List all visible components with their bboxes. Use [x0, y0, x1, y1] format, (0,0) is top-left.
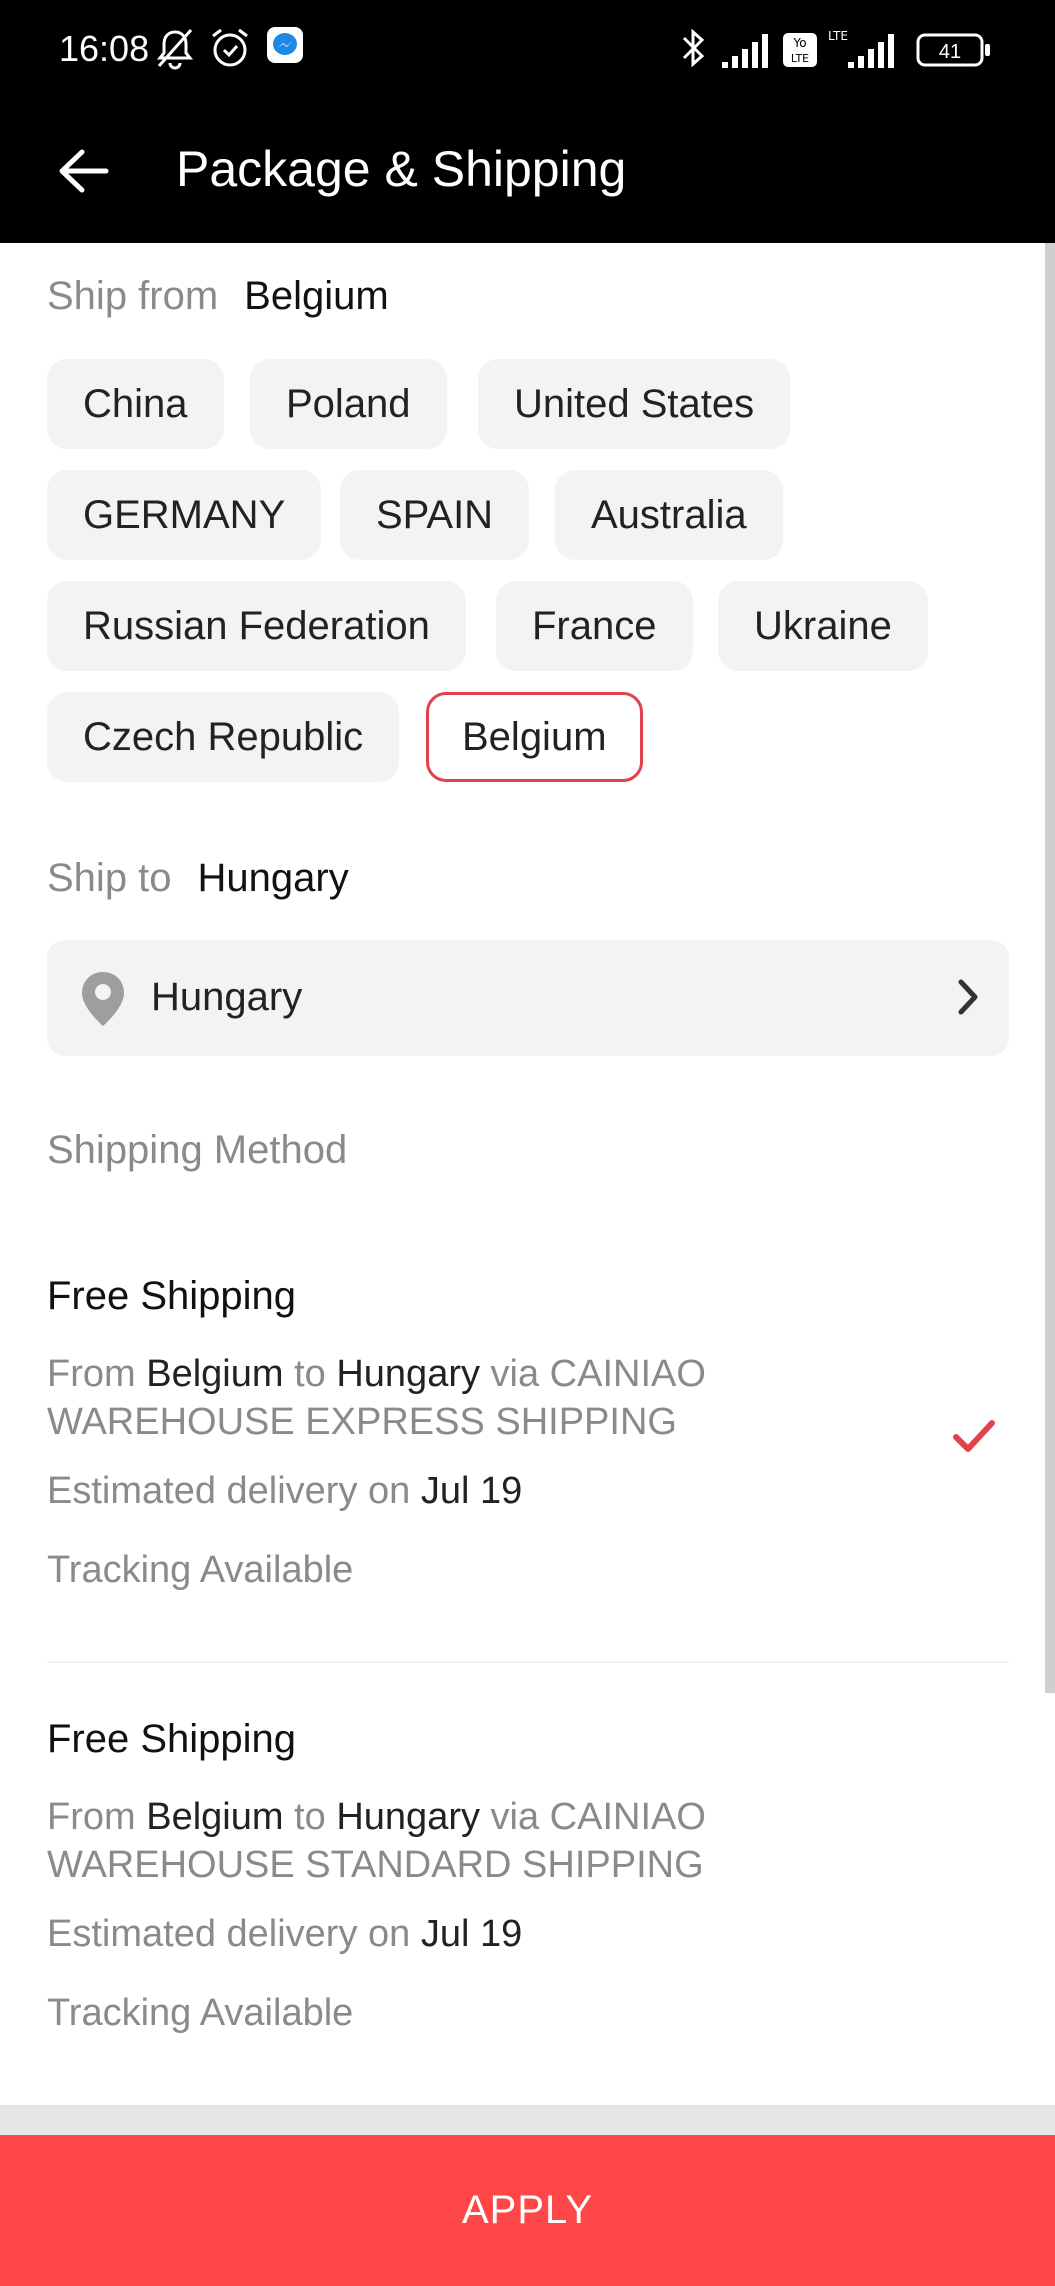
method-tracking: Tracking Available	[47, 1549, 354, 1591]
svg-text:Yo: Yo	[792, 36, 806, 50]
method-title: Free Shipping	[47, 1274, 297, 1318]
chevron-right-icon	[953, 974, 983, 1025]
scrollbar[interactable]	[1045, 243, 1055, 1693]
chip-australia[interactable]: Australia	[555, 470, 783, 560]
status-bar: 16:08 Yo LTE LTE 41	[0, 0, 1055, 100]
destination-value: Hungary	[151, 975, 303, 1019]
alarm-icon	[208, 26, 252, 75]
ship-from-row: Ship from Belgium	[47, 274, 389, 319]
method-route: From Belgium to Hungary via CAINIAO WARE…	[47, 1353, 706, 1443]
destination-selector[interactable]: Hungary	[47, 940, 1009, 1056]
ship-from-value: Belgium	[244, 274, 389, 318]
checkmark-icon	[952, 1419, 996, 1460]
method-title: Free Shipping	[47, 1717, 297, 1761]
chip-belgium-selected[interactable]: Belgium	[426, 692, 643, 782]
chip-russian-federation[interactable]: Russian Federation	[47, 581, 466, 671]
back-button[interactable]	[48, 136, 118, 206]
signal-icon	[722, 34, 770, 73]
shipping-method-label: Shipping Method	[47, 1128, 348, 1172]
status-time: 16:08	[59, 28, 150, 69]
app-bar: Package & Shipping	[0, 100, 1055, 243]
method-estimate: Estimated delivery on Jul 19	[47, 1470, 523, 1512]
chip-spain[interactable]: SPAIN	[340, 470, 530, 560]
svg-text:LTE: LTE	[791, 52, 809, 65]
battery-icon: 41	[916, 32, 992, 73]
method-estimate: Estimated delivery on Jul 19	[47, 1913, 523, 1955]
chip-ukraine[interactable]: Ukraine	[718, 581, 928, 671]
svg-text:LTE: LTE	[828, 29, 848, 43]
ship-from-label: Ship from	[47, 274, 219, 318]
bluetooth-icon	[680, 26, 708, 75]
page-title: Package & Shipping	[176, 141, 627, 197]
chip-china[interactable]: China	[47, 359, 224, 449]
ship-to-value: Hungary	[197, 856, 349, 900]
chip-czech-republic[interactable]: Czech Republic	[47, 692, 400, 782]
chip-germany[interactable]: GERMANY	[47, 470, 322, 560]
footer-separator	[0, 2105, 1055, 2135]
method-tracking: Tracking Available	[47, 1992, 354, 2034]
chip-united-states[interactable]: United States	[478, 359, 791, 449]
shipping-option-express[interactable]: Free Shipping From Belgium to Hungary vi…	[47, 1274, 1009, 1634]
apply-button[interactable]: APPLY	[0, 2135, 1055, 2286]
volte-icon: Yo LTE	[782, 32, 818, 73]
svg-text:41: 41	[939, 41, 961, 63]
ship-to-row: Ship to Hungary	[47, 856, 349, 901]
messenger-icon	[266, 26, 304, 71]
arrow-left-icon	[59, 149, 109, 193]
ship-to-label: Ship to	[47, 856, 172, 900]
notifications-off-icon	[155, 26, 195, 75]
shipping-option-standard[interactable]: Free Shipping From Belgium to Hungary vi…	[47, 1717, 1009, 2077]
method-route: From Belgium to Hungary via CAINIAO WARE…	[47, 1796, 706, 1886]
location-pin-icon	[79, 970, 127, 1033]
divider	[47, 1661, 1009, 1663]
chip-poland[interactable]: Poland	[250, 359, 447, 449]
lte-signal-icon: LTE	[828, 28, 898, 73]
chip-france[interactable]: France	[496, 581, 693, 671]
